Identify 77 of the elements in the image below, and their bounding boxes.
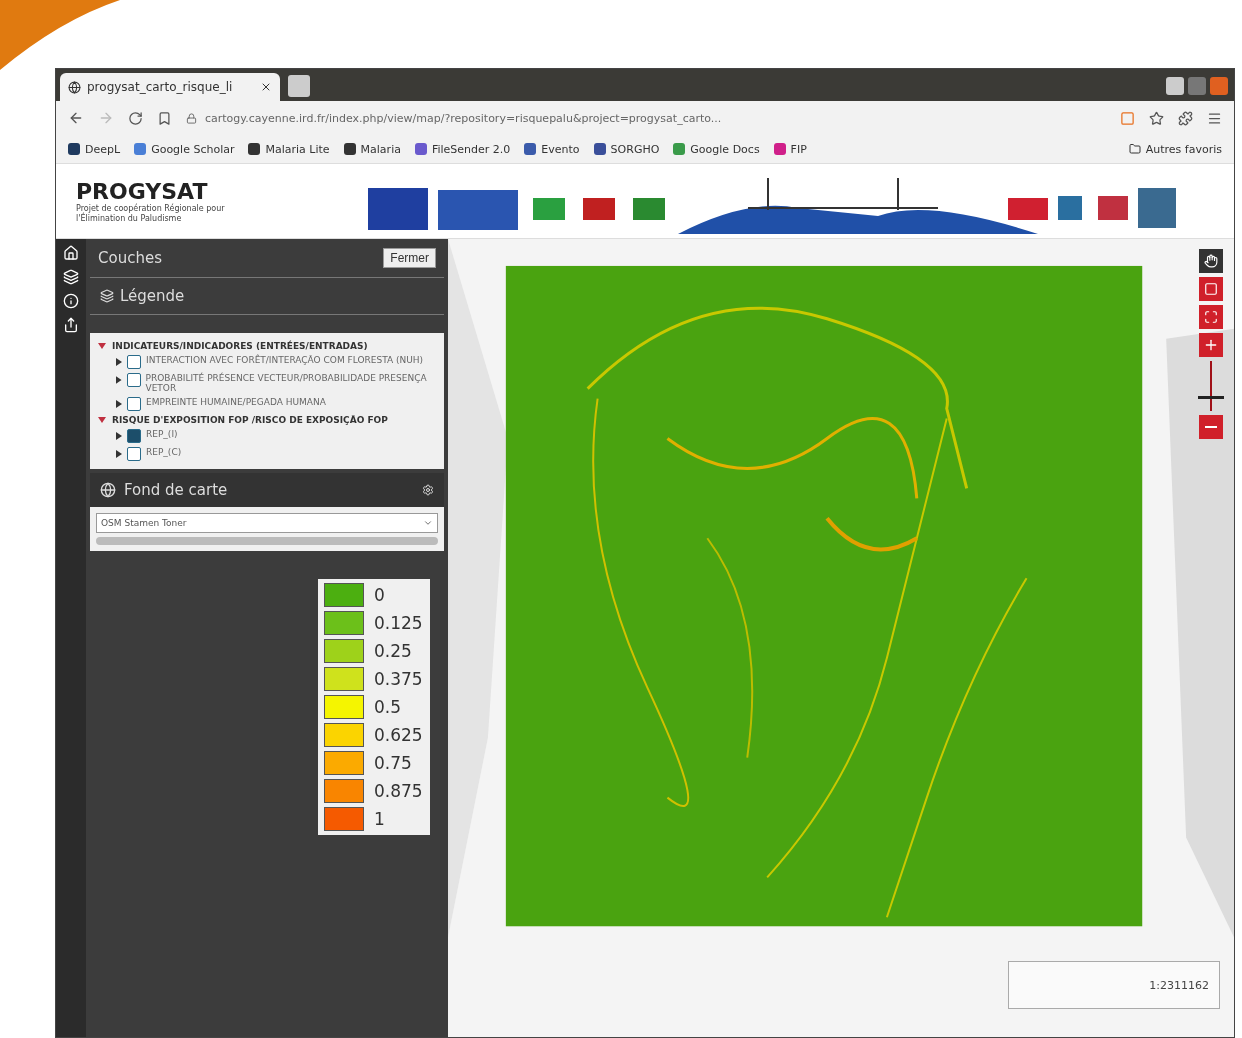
bookmark-link[interactable]: Google Scholar [134,142,235,156]
site-subtitle: Projet de coopération Régionale pour l'Élimination du Paludisme [76,203,226,224]
legend-label: 1 [374,809,386,829]
expand-icon [1204,310,1218,324]
star-icon[interactable] [1149,110,1164,126]
expand-arrow-icon[interactable] [98,416,106,424]
layer-label: REP_(I) [146,429,178,439]
layer-label: PROBABILITÉ PRÉSENCE VECTEUR/PROBABILIDADE PRESENÇA VETOR [145,373,428,393]
layer-checkbox[interactable] [126,373,141,387]
legend-label: 0.75 [374,753,413,773]
bookmark-icon[interactable] [157,110,172,126]
expand-arrow-icon[interactable] [116,432,122,440]
legend-label: 0.125 [374,613,424,633]
legend-header[interactable]: Légende [90,278,444,315]
layer-checkbox[interactable] [127,447,141,461]
zoom-in-button[interactable] [1199,333,1223,357]
layer-group-label: RISQUE D'EXPOSITION FOP /RISCO DE EXPOSIÇÃO FOP [112,415,388,425]
hand-icon [1204,254,1218,268]
bookmark-link[interactable]: Malaria Lite [248,142,330,156]
expand-arrow-icon[interactable] [98,342,106,350]
layer-label: INTERACTION AVEC FORÊT/INTERAÇÃO COM FLORESTA (NUH) [146,355,424,365]
close-icon[interactable] [260,81,272,93]
bookmark-link[interactable]: Malaria [343,142,401,156]
bookmark-link[interactable]: SORGHO [593,142,660,156]
extensions-icon[interactable] [1178,110,1193,126]
site-title: PROGYSAT [76,178,209,204]
expand-arrow-icon[interactable] [116,450,122,458]
bookmark-link[interactable]: DeepL [68,142,121,156]
square-icon [1204,282,1218,296]
expand-arrow-icon[interactable] [116,400,122,408]
legend-label: 0.375 [374,669,424,689]
reload-icon[interactable] [128,110,143,126]
close-panel-button[interactable]: Fermer [383,248,436,268]
layer-label: EMPREINTE HUMAINE/PEGADA HUMANA [146,397,326,407]
zoom-out-button[interactable] [1199,415,1223,439]
minus-icon [1205,426,1217,428]
legend-label: 0.625 [374,725,424,745]
share-icon[interactable] [63,317,79,333]
plus-icon [1203,337,1219,353]
layer-checkbox[interactable] [127,355,141,369]
legend-label: 0.875 [374,781,424,801]
other-bookmarks-link[interactable]: Autres favoris [1128,142,1222,156]
layer-label: REP_(C) [146,447,182,457]
bookmark-link[interactable]: Google Docs [673,142,760,156]
expand-arrow-icon[interactable] [116,376,122,384]
folder-icon [1128,143,1141,155]
layer-checkbox[interactable] [127,397,141,411]
back-icon[interactable] [68,110,84,126]
menu-icon[interactable] [1207,110,1222,126]
basemap-select[interactable]: OSM Stamen Toner [96,513,438,533]
home-icon[interactable] [63,245,79,261]
expand-arrow-icon[interactable] [116,358,122,366]
layers-icon [100,289,114,303]
full-extent-button[interactable] [1199,305,1223,329]
panel-title: Couches [98,249,162,267]
layers-icon[interactable] [63,269,79,285]
layer-group-label: INDICATEURS/INDICADORES (ENTRÉES/ENTRADAS) [112,341,368,351]
scrollbar[interactable] [96,537,438,545]
dropdown-caret-icon [423,518,433,528]
pan-button[interactable] [1199,249,1223,273]
zoom-slider-thumb[interactable] [1198,395,1224,399]
settings-icon[interactable] [422,484,434,496]
legend-label: 0 [374,585,386,605]
basemap-header[interactable]: Fond de carte [90,473,444,507]
lock-icon [186,112,197,124]
scale-label: 1:2311162 [1008,961,1220,1009]
legend-label: 0.5 [374,697,403,717]
layer-checkbox[interactable] [127,429,141,443]
zoom-box-button[interactable] [1199,277,1223,301]
browser-tab[interactable]: progysat_carto_risque_li [60,73,280,101]
globe-icon [100,482,116,498]
legend-label: 0.25 [374,641,413,661]
bookmark-link[interactable]: FIP [773,142,807,156]
globe-icon [68,80,81,94]
bookmark-link[interactable]: Evento [524,142,580,156]
bookmark-link[interactable]: FileSender 2.0 [414,142,511,156]
info-icon[interactable] [63,293,79,309]
